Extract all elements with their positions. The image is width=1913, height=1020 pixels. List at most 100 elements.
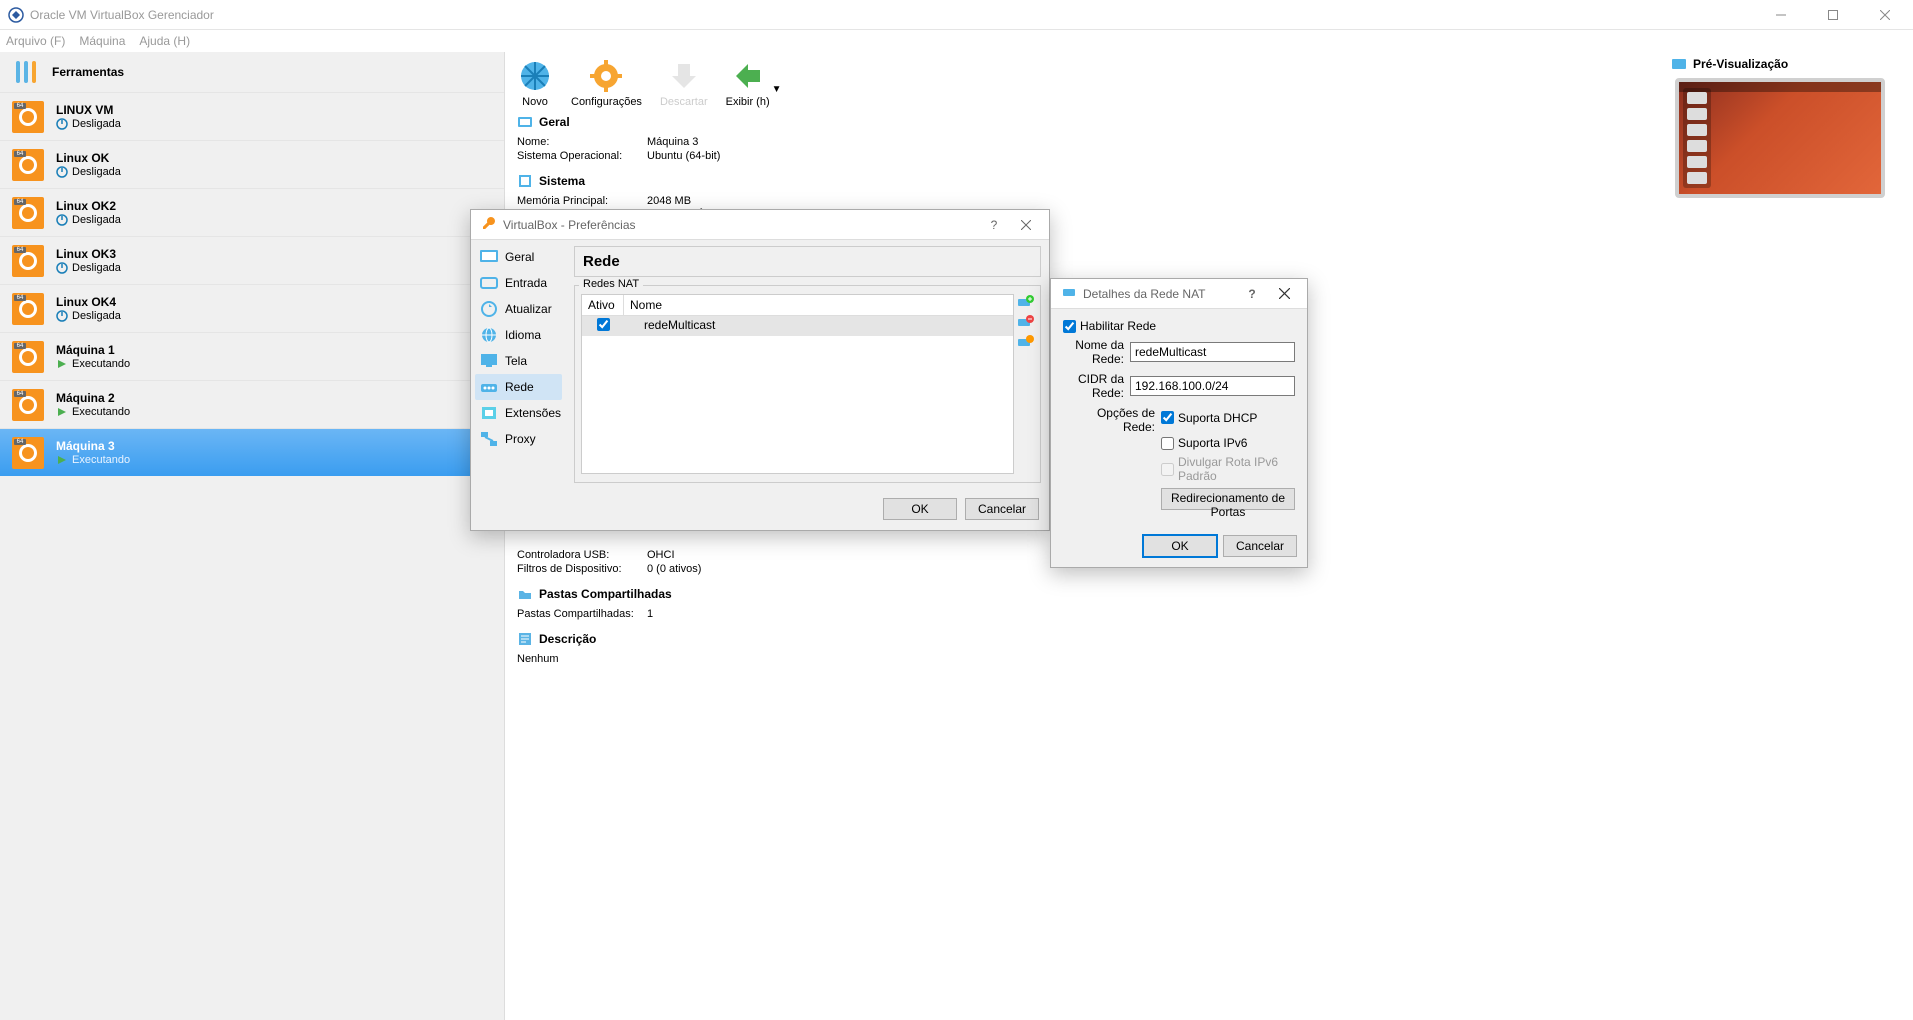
port-forwarding-button[interactable]: Redirecionamento de Portas (1161, 488, 1295, 510)
general-icon (517, 114, 533, 130)
ipv6-label: Suporta IPv6 (1178, 436, 1247, 450)
nav-display[interactable]: Tela (475, 348, 562, 374)
network-cidr-label: CIDR da Rede: (1063, 372, 1124, 400)
add-nat-button[interactable] (1016, 294, 1034, 312)
close-button[interactable] (1865, 1, 1905, 29)
natdlg-close-button[interactable] (1271, 281, 1297, 307)
system-icon (517, 173, 533, 189)
vm-item[interactable]: Linux OK3Desligada≡ (0, 236, 504, 284)
usb-ctrl-val: OHCI (647, 549, 675, 561)
preview-panel: Pré-Visualização (1671, 56, 1901, 198)
vm-name: Linux OK2 (56, 199, 121, 213)
vm-os-icon (12, 101, 44, 133)
preview-thumbnail[interactable] (1675, 78, 1885, 198)
nat-table[interactable]: Ativo Nome redeMulticast (581, 294, 1014, 474)
dhcp-label: Suporta DHCP (1178, 411, 1257, 425)
vm-sidebar: Ferramentas LINUX VMDesligada≡Linux OKDe… (0, 52, 505, 1020)
vm-item[interactable]: Máquina 1Executando≡ (0, 332, 504, 380)
edit-nat-button[interactable] (1016, 334, 1034, 352)
nat-row[interactable]: redeMulticast (582, 316, 1013, 336)
main-titlebar: Oracle VM VirtualBox Gerenciador (0, 0, 1913, 30)
vm-item[interactable]: Máquina 2Executando≡ (0, 380, 504, 428)
prefs-help-button[interactable]: ? (981, 212, 1007, 238)
show-dropdown-caret[interactable]: ▼ (772, 84, 782, 95)
col-active: Ativo (582, 295, 624, 315)
remove-nat-button[interactable] (1016, 314, 1034, 332)
nav-network[interactable]: Rede (475, 374, 562, 400)
prefs-close-button[interactable] (1013, 212, 1039, 238)
menubar: Arquivo (F) Máquina Ajuda (H) (0, 30, 1913, 52)
ipv6-checkbox[interactable] (1161, 437, 1174, 450)
nat-active-checkbox[interactable] (597, 318, 610, 331)
poweroff-icon (56, 166, 68, 178)
vm-item[interactable]: Linux OK2Desligada≡ (0, 188, 504, 236)
os-key: Sistema Operacional: (517, 150, 647, 162)
discard-label: Descartar (660, 96, 708, 108)
network-name-input[interactable] (1130, 342, 1295, 362)
nav-update[interactable]: Atualizar (475, 296, 562, 322)
gear-icon (588, 58, 624, 94)
maximize-button[interactable] (1813, 1, 1853, 29)
vm-name: Linux OK (56, 151, 121, 165)
vm-name: Máquina 3 (56, 439, 130, 453)
desc-title: Descrição (539, 632, 596, 646)
preferences-dialog: VirtualBox - Preferências ? Geral Entrad… (470, 209, 1050, 531)
settings-label: Configurações (571, 96, 642, 108)
tools-row[interactable]: Ferramentas (0, 52, 504, 92)
running-icon (56, 358, 68, 370)
menu-machine[interactable]: Máquina (79, 34, 125, 48)
natdlg-title: Detalhes da Rede NAT (1083, 287, 1233, 301)
new-icon (517, 58, 553, 94)
nav-general[interactable]: Geral (475, 244, 562, 270)
desc-val: Nenhum (517, 653, 559, 665)
section-description: Descrição Nenhum (517, 627, 1901, 666)
vm-name: Máquina 2 (56, 391, 130, 405)
prefs-ok-button[interactable]: OK (883, 498, 957, 520)
general-title: Geral (539, 115, 570, 129)
vm-name: Máquina 1 (56, 343, 130, 357)
vm-item[interactable]: Linux OKDesligada≡ (0, 140, 504, 188)
settings-button[interactable]: Configurações (571, 58, 642, 108)
shared-key: Pastas Compartilhadas: (517, 608, 647, 620)
vm-os-icon (12, 245, 44, 277)
show-button[interactable]: Exibir (h) (726, 58, 770, 108)
vm-status: Desligada (56, 166, 121, 178)
mem-key: Memória Principal: (517, 195, 647, 207)
prefs-title: VirtualBox - Preferências (503, 218, 975, 232)
vm-status: Desligada (56, 262, 121, 274)
vm-status: Desligada (56, 118, 121, 130)
prefs-nav: Geral Entrada Atualizar Idioma Tela Rede… (471, 240, 566, 490)
vm-os-icon (12, 389, 44, 421)
vm-name: Linux OK3 (56, 247, 121, 261)
vm-os-icon (12, 341, 44, 373)
vm-name: Linux OK4 (56, 295, 121, 309)
vm-item[interactable]: LINUX VMDesligada≡ (0, 92, 504, 140)
vm-item[interactable]: Linux OK4Desligada≡ (0, 284, 504, 332)
enable-network-checkbox[interactable] (1063, 320, 1076, 333)
natdlg-help-button[interactable]: ? (1239, 281, 1265, 307)
menu-help[interactable]: Ajuda (H) (139, 34, 190, 48)
name-key: Nome: (517, 136, 647, 148)
network-cidr-input[interactable] (1130, 376, 1295, 396)
tools-label: Ferramentas (52, 65, 124, 79)
menu-file[interactable]: Arquivo (F) (6, 34, 65, 48)
dhcp-checkbox[interactable] (1161, 411, 1174, 424)
usb-filt-key: Filtros de Dispositivo: (517, 563, 647, 575)
fieldset-label: Redes NAT (579, 278, 643, 290)
nav-language[interactable]: Idioma (475, 322, 562, 348)
natdlg-ok-button[interactable]: OK (1143, 535, 1217, 557)
natdlg-cancel-button[interactable]: Cancelar (1223, 535, 1297, 557)
minimize-button[interactable] (1761, 1, 1801, 29)
system-title: Sistema (539, 174, 585, 188)
vm-os-icon (12, 437, 44, 469)
new-button[interactable]: Novo (517, 58, 553, 108)
tools-icon (12, 57, 42, 87)
nat-icon (1061, 284, 1077, 303)
nav-input[interactable]: Entrada (475, 270, 562, 296)
running-icon (56, 454, 68, 466)
vm-item[interactable]: Máquina 3Executando≡ (0, 428, 504, 476)
nav-extensions[interactable]: Extensões (475, 400, 562, 426)
prefs-cancel-button[interactable]: Cancelar (965, 498, 1039, 520)
vm-os-icon (12, 197, 44, 229)
nav-proxy[interactable]: Proxy (475, 426, 562, 452)
